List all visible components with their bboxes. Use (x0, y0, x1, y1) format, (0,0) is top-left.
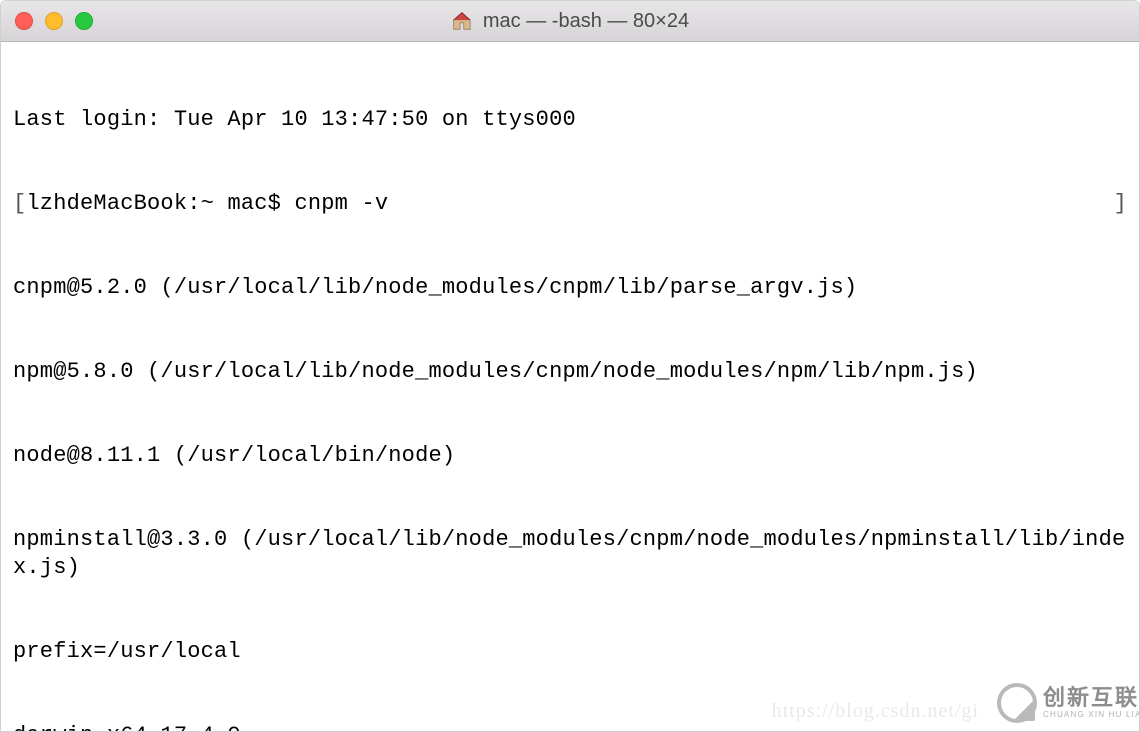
logo-cn-text: 创新互联 (1043, 687, 1139, 709)
output-line: npm@5.8.0 (/usr/local/lib/node_modules/c… (13, 358, 1127, 386)
prompt-line-1: [lzhdeMacBook:~ mac$ cnpm -v ] (13, 190, 1127, 218)
terminal-body[interactable]: Last login: Tue Apr 10 13:47:50 on ttys0… (1, 42, 1139, 731)
output-line: cnpm@5.2.0 (/usr/local/lib/node_modules/… (13, 274, 1127, 302)
output-line: prefix=/usr/local (13, 638, 1127, 666)
zoom-button[interactable] (75, 12, 93, 30)
prompt-text: lzhdeMacBook:~ mac$ (26, 190, 294, 218)
close-button[interactable] (15, 12, 33, 30)
traffic-lights (15, 12, 93, 30)
watermark-url: https://blog.csdn.net/gi (772, 697, 979, 725)
command-text: cnpm -v (294, 190, 388, 218)
window-title-area: mac — -bash — 80×24 (451, 10, 689, 33)
prompt-open-bracket: [ (13, 190, 26, 218)
terminal-window: mac — -bash — 80×24 Last login: Tue Apr … (0, 0, 1140, 732)
titlebar[interactable]: mac — -bash — 80×24 (1, 1, 1139, 42)
prompt-close-bracket: ] (1114, 190, 1127, 218)
output-line: darwin x64 17.4.0 (13, 722, 1127, 731)
logo-en-text: CHUANG XIN HU LIAN (1043, 711, 1139, 719)
window-title: mac — -bash — 80×24 (483, 10, 689, 33)
logo-icon (997, 683, 1037, 723)
home-icon (451, 10, 473, 32)
output-line: node@8.11.1 (/usr/local/bin/node) (13, 442, 1127, 470)
output-line: npminstall@3.3.0 (/usr/local/lib/node_mo… (13, 526, 1127, 582)
minimize-button[interactable] (45, 12, 63, 30)
last-login-line: Last login: Tue Apr 10 13:47:50 on ttys0… (13, 106, 1127, 134)
logo-text: 创新互联 CHUANG XIN HU LIAN (1043, 687, 1139, 719)
